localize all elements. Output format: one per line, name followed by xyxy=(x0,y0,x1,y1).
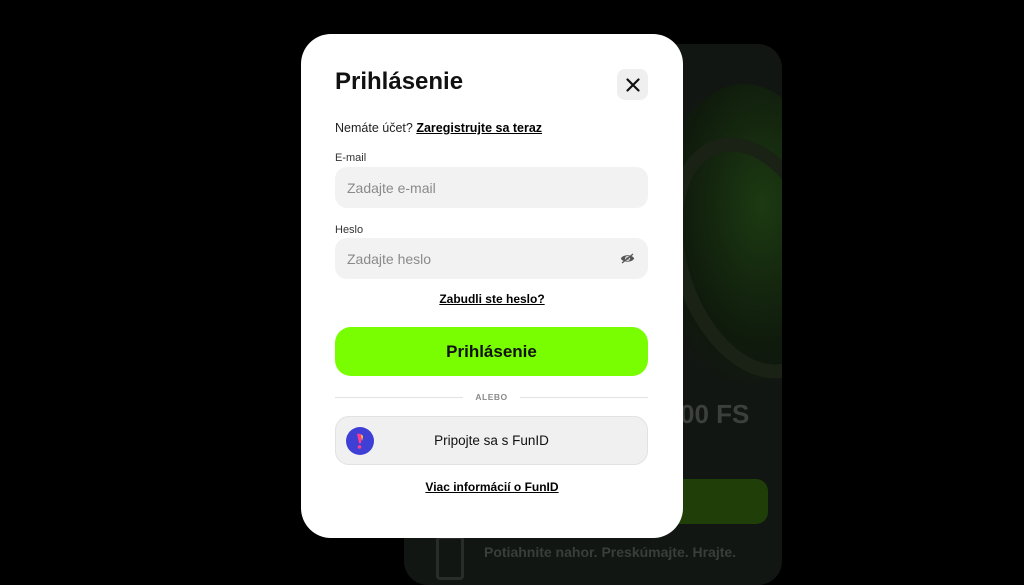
promo-bonus-text: 00 FS xyxy=(680,399,750,429)
divider-text: ALEBO xyxy=(475,392,508,402)
password-field[interactable]: Zadajte heslo xyxy=(335,238,648,279)
modal-title: Prihlásenie xyxy=(335,68,464,95)
password-label: Heslo xyxy=(335,224,364,236)
register-prompt: Nemáte účet? xyxy=(335,121,413,135)
divider-line-right xyxy=(519,396,648,398)
forgot-password-link[interactable]: Zabudli ste heslo? xyxy=(301,292,683,306)
register-prompt-line: Nemáte účet? Zaregistrujte sa teraz xyxy=(335,121,542,135)
promo-tagline: Potiahnite nahor. Preskúmajte. Hrajte. xyxy=(484,544,737,560)
login-submit-button[interactable]: Prihlásenie xyxy=(335,327,648,376)
password-visibility-toggle[interactable] xyxy=(619,250,636,267)
funid-connect-button[interactable]: Pripojte sa s FunID xyxy=(335,416,648,465)
login-modal: Prihlásenie Nemáte účet? Zaregistrujte s… xyxy=(301,34,683,538)
email-placeholder: Zadajte e-mail xyxy=(347,179,436,196)
phone-icon xyxy=(436,536,464,580)
funid-logo-icon xyxy=(346,427,374,455)
funid-button-label: Pripojte sa s FunID xyxy=(434,433,549,448)
eye-icon xyxy=(620,253,635,264)
password-placeholder: Zadajte heslo xyxy=(347,250,432,267)
divider-line-left xyxy=(335,396,464,398)
close-button[interactable] xyxy=(617,69,648,100)
close-icon xyxy=(625,77,640,92)
email-field[interactable]: Zadajte e-mail xyxy=(335,167,648,208)
or-divider: ALEBO xyxy=(335,391,648,403)
register-link[interactable]: Zaregistrujte sa teraz xyxy=(416,121,542,135)
email-label: E-mail xyxy=(335,152,367,164)
funid-more-info-link[interactable]: Viac informácií o FunID xyxy=(301,480,683,494)
